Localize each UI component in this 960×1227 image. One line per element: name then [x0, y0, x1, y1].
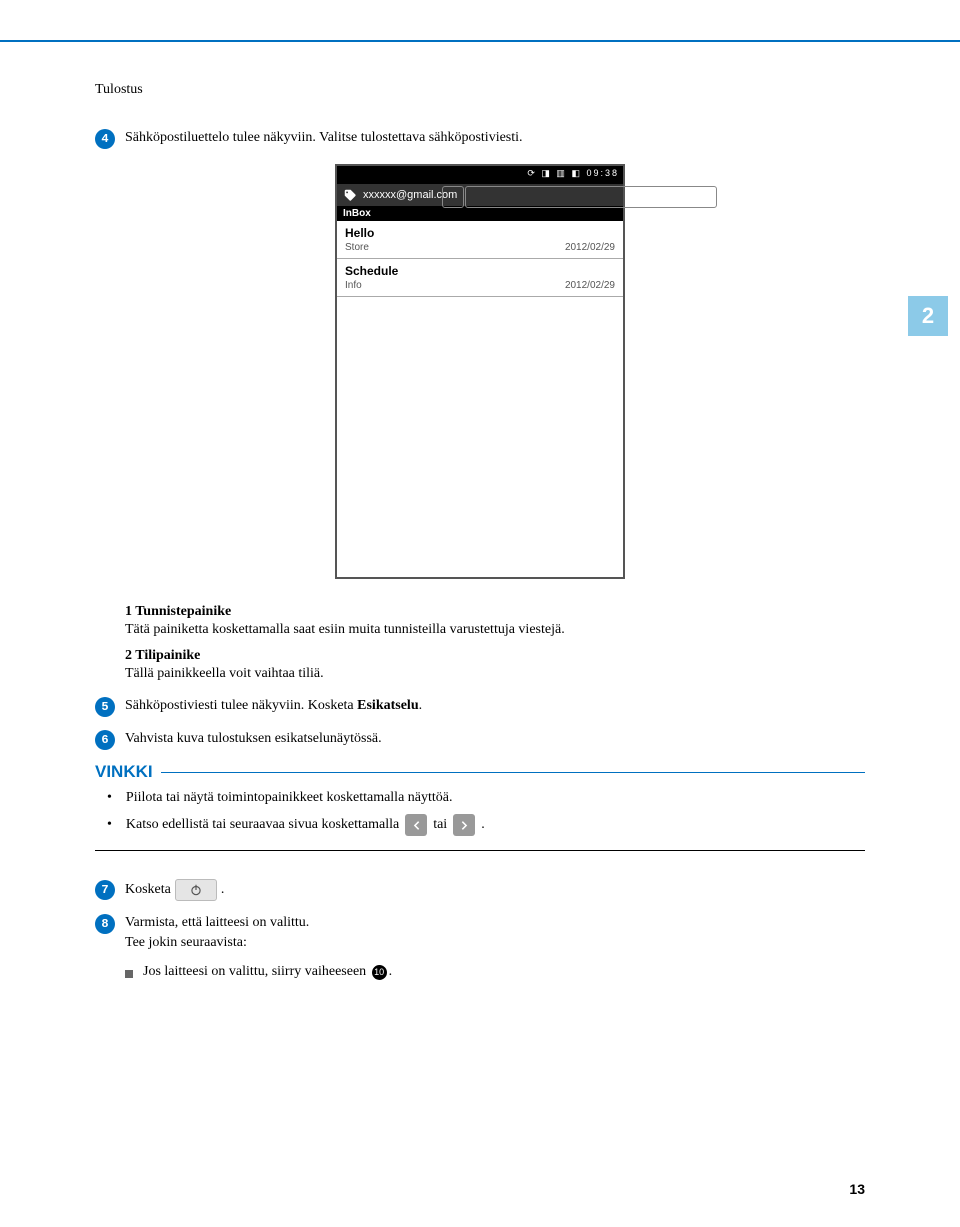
square-bullet-icon [125, 970, 133, 978]
step-4: 4 Sähköpostiluettelo tulee näkyviin. Val… [95, 128, 865, 149]
vinkki-item-1: Piilota tai näytä toimintopainikkeet kos… [107, 790, 865, 806]
ref-step-10: 10 [372, 965, 387, 980]
mail-2-date: 2012/02/29 [565, 280, 615, 291]
status-time: 09:38 [586, 168, 619, 178]
step-5: 5 Sähköpostiviesti tulee näkyviin. Koske… [95, 696, 865, 717]
step-8: 8 Varmista, että laitteesi on valittu. T… [95, 913, 865, 952]
inbox-label: InBox [337, 206, 623, 221]
screenshot-figure: 1 2 ⟳ ◨ ▥ ◧ 09:38 xxxxxx@gmail.com [95, 164, 865, 579]
definition-2-body: Tällä painikkeella voit vaihtaa tiliä. [125, 666, 865, 682]
definition-2: 2 Tilipainike Tällä painikkeella voit va… [125, 648, 865, 682]
print-power-icon[interactable] [175, 879, 217, 901]
step-6-text: Vahvista kuva tulostuksen esikatselunäyt… [125, 729, 865, 749]
mail-item-1[interactable]: Hello Store 2012/02/29 [337, 221, 623, 259]
definition-1: 1 Tunnistepainike Tätä painiketta kosket… [125, 604, 865, 638]
page-number: 13 [849, 1181, 865, 1197]
definition-1-body: Tätä painiketta koskettamalla saat esiin… [125, 622, 865, 638]
definition-2-head: 2 Tilipainike [125, 648, 865, 664]
vinkki-title: VINKKI [95, 762, 153, 782]
mail-1-date: 2012/02/29 [565, 242, 615, 253]
step-6-bullet: 6 [95, 730, 115, 750]
account-bar[interactable]: xxxxxx@gmail.com [337, 184, 623, 206]
vinkki-bottom-rule [95, 850, 865, 851]
phone-body-blank [337, 297, 623, 577]
tag-icon[interactable] [343, 188, 357, 202]
status-icon-row: ⟳ ◨ ▥ ◧ [527, 168, 582, 178]
phone-mockup: ⟳ ◨ ▥ ◧ 09:38 xxxxxx@gmail.com InBox Hel… [335, 164, 625, 579]
step-6: 6 Vahvista kuva tulostuksen esikatselunä… [95, 729, 865, 750]
step-8-bullet: 8 [95, 914, 115, 934]
vinkki-item-2: Katso edellistä tai seuraavaa sivua kosk… [107, 814, 865, 836]
step-8-subitem: Jos laitteesi on valittu, siirry vaihees… [125, 964, 865, 980]
callout-definitions: 1 Tunnistepainike Tätä painiketta kosket… [125, 604, 865, 682]
mail-2-from: Info [345, 280, 362, 291]
status-bar: ⟳ ◨ ▥ ◧ 09:38 [337, 166, 623, 184]
mail-1-subject: Hello [345, 226, 615, 240]
next-page-icon[interactable] [453, 814, 475, 836]
step-4-text: Sähköpostiluettelo tulee näkyviin. Valit… [125, 128, 865, 148]
step-7-text: Kosketa . [125, 879, 865, 901]
vinkki-note: VINKKI Piilota tai näytä toimintopainikk… [95, 762, 865, 851]
step-7: 7 Kosketa . [95, 879, 865, 901]
step-8-text: Varmista, että laitteesi on valittu. Tee… [125, 913, 865, 952]
chapter-side-tab: 2 [908, 296, 948, 336]
vinkki-rule [161, 772, 865, 773]
mail-2-subject: Schedule [345, 264, 615, 278]
prev-page-icon[interactable] [405, 814, 427, 836]
section-title: Tulostus [95, 82, 865, 98]
top-rule [0, 40, 960, 42]
account-email[interactable]: xxxxxx@gmail.com [363, 189, 457, 201]
step-5-bullet: 5 [95, 697, 115, 717]
step-7-bullet: 7 [95, 880, 115, 900]
mail-item-2[interactable]: Schedule Info 2012/02/29 [337, 259, 623, 297]
status-icons: ⟳ ◨ ▥ ◧ 09:38 [527, 168, 619, 179]
mail-1-from: Store [345, 242, 369, 253]
step-4-bullet: 4 [95, 129, 115, 149]
definition-1-head: 1 Tunnistepainike [125, 604, 865, 620]
step-5-text: Sähköpostiviesti tulee näkyviin. Kosketa… [125, 696, 865, 716]
